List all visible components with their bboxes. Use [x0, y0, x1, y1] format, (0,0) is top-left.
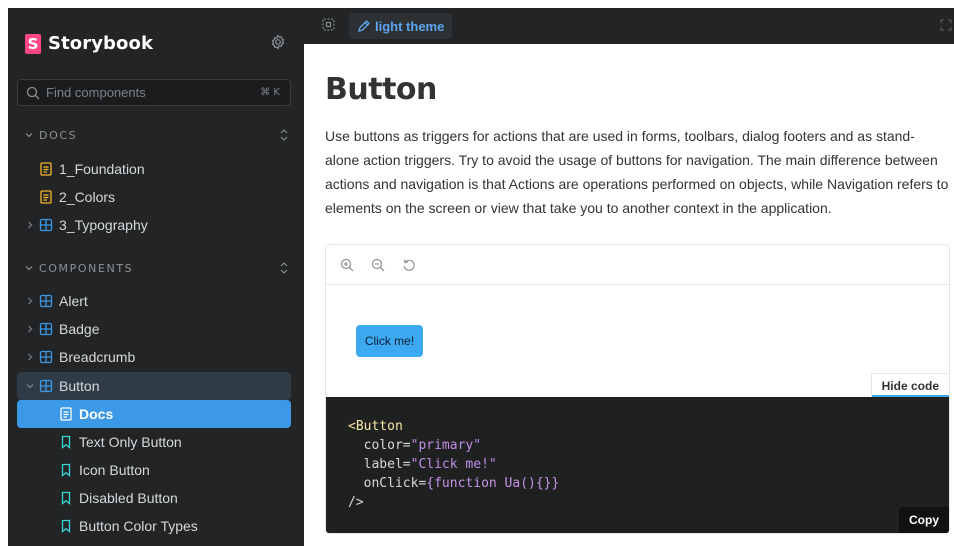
sidebar-item-breadcrumb[interactable]: Breadcrumb — [17, 343, 291, 371]
outline-toggle-icon[interactable] — [322, 18, 335, 31]
code-close-tag: /> — [348, 495, 364, 510]
code-attr-value: {function Ua(){}} — [426, 476, 560, 491]
sidebar-item-label: 1_Foundation — [59, 161, 145, 177]
copy-button[interactable]: Copy — [899, 507, 949, 533]
chevron-right-icon — [28, 221, 33, 229]
sidebar-item-label: Badge — [59, 321, 100, 337]
chevron-down-icon — [25, 266, 33, 271]
sidebar-item-label: 3_Typography — [59, 217, 148, 233]
sidebar-item-label: Button Color Types — [79, 518, 198, 534]
theme-toggle-label: light theme — [375, 18, 445, 34]
search-icon — [26, 86, 40, 99]
sidebar-item-3-typography[interactable]: 3_Typography — [17, 211, 291, 239]
zoom-in-icon[interactable] — [340, 258, 354, 272]
brand[interactable]: S Storybook — [25, 33, 153, 54]
zoom-out-icon[interactable] — [371, 258, 385, 272]
component-icon — [39, 350, 53, 364]
sidebar-item-label: Button — [59, 378, 100, 394]
chevron-down-icon — [25, 133, 33, 138]
gear-icon[interactable] — [270, 34, 286, 50]
sidebar-item-1-foundation[interactable]: 1_Foundation — [17, 155, 291, 183]
search-box[interactable]: ⌘ K — [17, 79, 291, 106]
code-attr-name: onClick= — [363, 476, 427, 491]
section-docs[interactable]: DOCS — [24, 126, 294, 144]
sidebar-item-text-only-button[interactable]: Text Only Button — [17, 428, 291, 456]
page-title: Button — [325, 72, 437, 107]
code-attr-value: "primary" — [410, 438, 482, 453]
preview-click-me-button[interactable]: Click me! — [356, 325, 423, 357]
chevron-right-icon — [28, 325, 33, 333]
expand-collapse-icon[interactable] — [279, 261, 289, 275]
sidebar-item-label: 2_Colors — [59, 189, 116, 205]
code-attr-name: label= — [363, 457, 411, 472]
search-shortcut: ⌘ K — [260, 87, 280, 98]
sidebar-item-label: Disabled Button — [79, 490, 178, 506]
sidebar-item-label: Docs — [79, 406, 114, 422]
bookmark-icon — [61, 491, 71, 505]
hide-code-button[interactable]: Hide code — [870, 373, 949, 398]
chevron-right-icon — [28, 353, 33, 361]
sidebar: S Storybook ⌘ K DOCS 1_Foundation 2_Colo — [8, 8, 304, 546]
brand-title: Storybook — [48, 33, 154, 54]
bookmark-icon — [61, 435, 71, 449]
component-icon — [39, 294, 53, 308]
sidebar-item-button-docs[interactable]: Docs — [17, 400, 291, 428]
story-preview: Click me! Hide code <Button color="prima… — [325, 244, 950, 534]
sidebar-item-button[interactable]: Button — [17, 372, 291, 400]
fullscreen-icon[interactable] — [940, 19, 952, 31]
section-docs-label: DOCS — [39, 128, 78, 142]
document-icon — [40, 190, 52, 204]
toolbar: light theme — [304, 8, 954, 44]
sidebar-item-icon-button[interactable]: Icon Button — [17, 456, 291, 484]
code-block: <Button color="primary" label="Click me!… — [326, 397, 949, 533]
section-components[interactable]: COMPONENTS — [24, 259, 294, 277]
page-description: Use buttons as triggers for actions that… — [325, 128, 949, 216]
sidebar-item-badge[interactable]: Badge — [17, 315, 291, 343]
expand-collapse-icon[interactable] — [279, 128, 289, 142]
pencil-icon — [358, 19, 370, 32]
reset-zoom-icon[interactable] — [402, 258, 416, 272]
component-icon — [39, 322, 53, 336]
code-line: color="primary" — [348, 436, 927, 455]
preview-toolbar — [326, 245, 949, 285]
docs-content: Button Use buttons as triggers for actio… — [304, 44, 954, 546]
code-attr-name: color= — [363, 438, 411, 453]
sidebar-item-button-color-types[interactable]: Button Color Types — [17, 512, 291, 540]
document-icon — [40, 162, 52, 176]
bookmark-icon — [61, 519, 71, 533]
sidebar-item-2-colors[interactable]: 2_Colors — [17, 183, 291, 211]
theme-toggle-button[interactable]: light theme — [349, 13, 453, 39]
code-attr-value: "Click me!" — [410, 457, 497, 472]
code-open-tag: <Button — [348, 419, 403, 434]
code-line: label="Click me!" — [348, 455, 927, 474]
sidebar-item-label: Icon Button — [79, 462, 150, 478]
component-icon — [39, 218, 53, 232]
component-icon — [39, 379, 53, 393]
sidebar-item-label: Alert — [59, 293, 88, 309]
code-line: /> — [348, 493, 927, 512]
chevron-right-icon — [28, 297, 33, 305]
document-icon — [60, 407, 72, 421]
search-input[interactable] — [46, 85, 261, 100]
chevron-down-icon — [26, 384, 34, 389]
preview-canvas: Click me! — [326, 285, 949, 397]
sidebar-item-alert[interactable]: Alert — [17, 287, 291, 315]
sidebar-item-disabled-button[interactable]: Disabled Button — [17, 484, 291, 512]
sidebar-item-label: Breadcrumb — [59, 349, 136, 365]
sidebar-item-label: Text Only Button — [79, 434, 182, 450]
storybook-app: S Storybook ⌘ K DOCS 1_Foundation 2_Colo — [0, 0, 954, 546]
section-components-label: COMPONENTS — [39, 261, 134, 275]
code-line: <Button — [348, 417, 927, 436]
bookmark-icon — [61, 463, 71, 477]
storybook-logo-icon: S — [25, 33, 41, 54]
code-line: onClick={function Ua(){}} — [348, 474, 927, 493]
